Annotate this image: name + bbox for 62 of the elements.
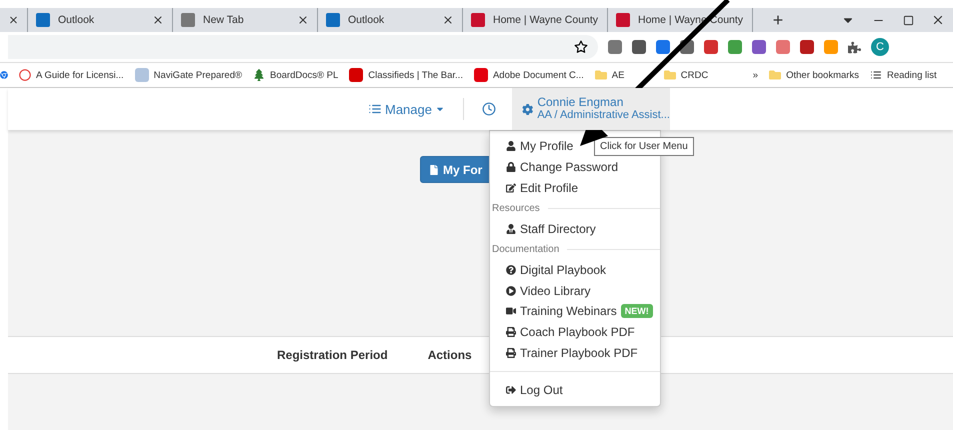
close-icon[interactable] [8, 14, 19, 26]
bookmark[interactable]: Adobe Document C... [474, 68, 584, 82]
extension-icon[interactable] [632, 40, 646, 54]
document-icon [474, 68, 488, 82]
bookmark[interactable]: BoardDocs® PL [253, 69, 338, 81]
play-icon [506, 286, 516, 296]
close-icon[interactable] [931, 13, 945, 27]
edit-icon [506, 182, 516, 193]
menu-item[interactable]: Staff Directory [490, 218, 660, 240]
manage-menu[interactable]: Manage [368, 102, 445, 116]
menu-item[interactable]: Log Out [490, 380, 660, 401]
dashboard-icon[interactable] [482, 102, 496, 116]
printer-icon [506, 326, 516, 337]
list-icon [368, 102, 382, 116]
menu-item[interactable]: Video Library [490, 280, 660, 301]
user-menu[interactable]: Connie Engman AA / Administrative Assist... [512, 88, 670, 130]
question-icon [506, 264, 516, 275]
extension-icon[interactable] [800, 40, 814, 54]
bookmark-folder[interactable]: Other bookmarks [769, 69, 859, 81]
folder-icon [769, 69, 782, 81]
bookmark[interactable]: NaviGate Prepared® [134, 68, 242, 82]
extensions-icon[interactable] [848, 40, 861, 54]
column-header: Actions [428, 348, 472, 362]
bookmark-star-icon[interactable] [574, 40, 588, 54]
menu-item[interactable]: Coach Playbook PDF [490, 322, 660, 342]
menu-item[interactable]: Training Webinars NEW! [490, 300, 660, 322]
document-icon [429, 164, 439, 174]
menu-item[interactable]: Digital Playbook [490, 260, 660, 280]
video-camera-icon [506, 306, 516, 316]
tooltip: Click for User Menu [594, 137, 694, 156]
column-header: Registration Period [277, 348, 388, 362]
person-icon [506, 224, 516, 234]
mail-icon [326, 13, 340, 27]
user-name: Connie Engman [537, 96, 624, 109]
site-icon [0, 71, 8, 79]
folder-icon [664, 69, 676, 81]
printer-icon [506, 348, 516, 358]
globe-icon [181, 13, 195, 27]
restore-icon[interactable] [902, 14, 914, 26]
settings-icon [522, 102, 534, 116]
menu-item[interactable]: Trainer Playbook PDF [490, 342, 660, 363]
bookmark[interactable]: A Guide for Licensi... [19, 69, 124, 81]
user-role: AA / Administrative Assist... [537, 109, 670, 122]
wave-icon [134, 68, 149, 82]
profile-avatar[interactable]: C [871, 38, 889, 56]
close-icon[interactable] [297, 14, 309, 26]
bookmark[interactable]: Classifieds | The Bar... [349, 68, 463, 82]
site-icon [349, 68, 364, 82]
tree-icon [253, 69, 265, 81]
logout-icon [506, 385, 516, 396]
bookmark[interactable]: AE [594, 69, 653, 81]
folder-icon [594, 69, 607, 81]
bookmarks-overflow[interactable]: » [752, 70, 758, 80]
new-tab-button[interactable]: + [763, 8, 793, 32]
user-icon [506, 141, 516, 152]
reading-list[interactable]: Reading list [870, 69, 937, 81]
lock-icon [506, 162, 516, 172]
bookmark[interactable]: CRDC [664, 69, 722, 81]
close-icon[interactable] [442, 14, 454, 26]
close-icon[interactable] [152, 14, 164, 26]
new-badge: NEW! [620, 304, 653, 318]
mail-icon [36, 13, 50, 27]
